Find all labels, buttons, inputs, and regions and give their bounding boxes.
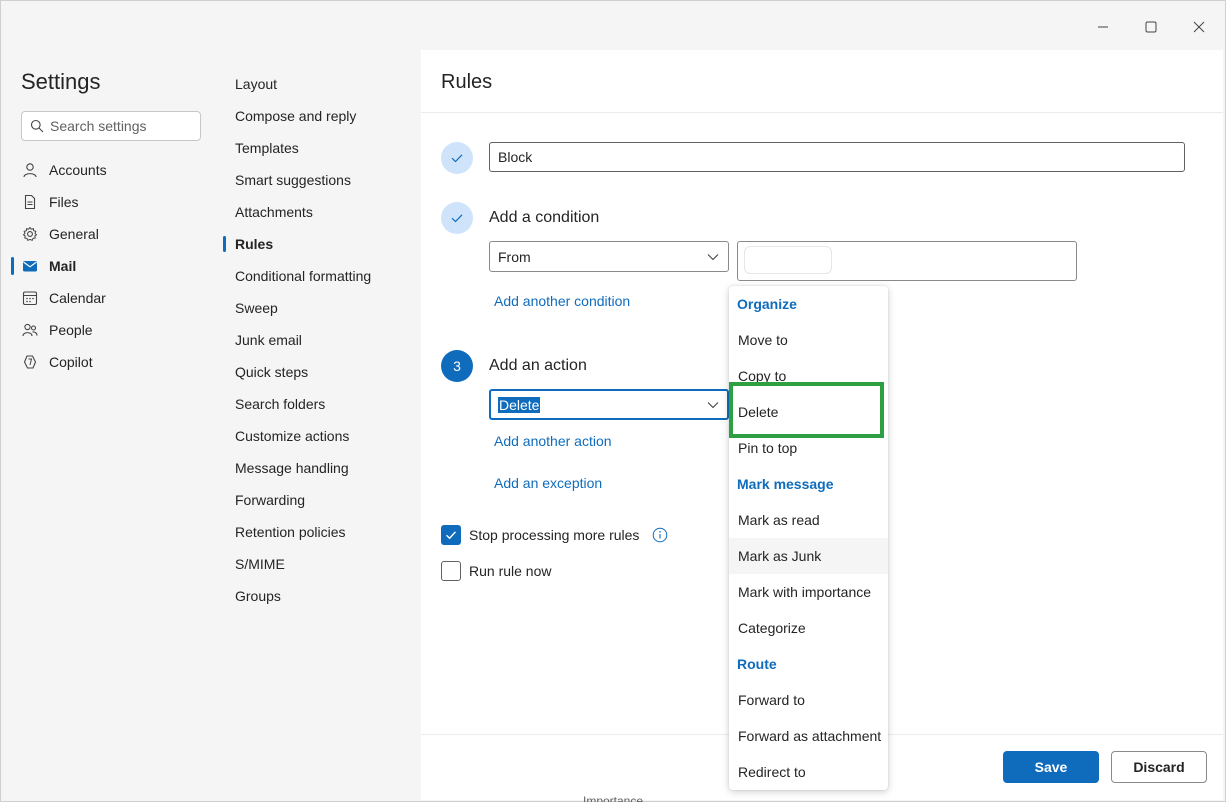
mail-settings-item-layout[interactable]: Layout bbox=[221, 68, 419, 100]
rule-name-input[interactable] bbox=[489, 142, 1185, 172]
title-divider bbox=[421, 112, 1223, 113]
calendar-icon bbox=[21, 289, 39, 307]
run-rule-now-label: Run rule now bbox=[469, 563, 552, 579]
minimize-icon[interactable] bbox=[1089, 13, 1117, 41]
page-title: Rules bbox=[441, 71, 493, 93]
dropdown-group-route: Route bbox=[737, 656, 777, 672]
dropdown-item-forward-to[interactable]: Forward to bbox=[729, 682, 888, 718]
mail-settings-item-sweep[interactable]: Sweep bbox=[221, 292, 419, 324]
mail-settings-item-message-handling[interactable]: Message handling bbox=[221, 452, 419, 484]
run-rule-now-checkbox[interactable] bbox=[441, 561, 461, 581]
discard-button[interactable]: Discard bbox=[1111, 751, 1207, 783]
copilot-icon bbox=[21, 353, 39, 371]
dropdown-item-pin-to-top[interactable]: Pin to top bbox=[729, 430, 888, 466]
file-icon bbox=[21, 193, 39, 211]
mail-settings-item-conditional-formatting[interactable]: Conditional formatting bbox=[221, 260, 419, 292]
nav-item-files[interactable]: Files bbox=[11, 186, 211, 218]
mail-settings-item-templates[interactable]: Templates bbox=[221, 132, 419, 164]
dropdown-group-mark-message: Mark message bbox=[737, 476, 834, 492]
mail-settings-item-groups[interactable]: Groups bbox=[221, 580, 419, 612]
recipient-chip[interactable] bbox=[744, 246, 832, 274]
action-select-value: Delete bbox=[498, 396, 541, 413]
settings-title: Settings bbox=[21, 69, 101, 94]
search-icon bbox=[30, 119, 44, 133]
settings-window: Settings Accounts Files General bbox=[0, 0, 1226, 802]
mail-settings-item-attachments[interactable]: Attachments bbox=[221, 196, 419, 228]
mail-settings-item-rules[interactable]: Rules bbox=[221, 228, 419, 260]
dropdown-item-categorize[interactable]: Categorize bbox=[729, 610, 888, 646]
settings-nav: Accounts Files General Mail Calendar Peo… bbox=[11, 154, 211, 378]
dropdown-item-copy-to[interactable]: Copy to bbox=[729, 358, 888, 394]
condition-select[interactable]: From bbox=[489, 241, 729, 272]
add-another-condition-link[interactable]: Add another condition bbox=[494, 293, 630, 309]
nav-item-label: Copilot bbox=[49, 354, 93, 370]
person-icon bbox=[21, 161, 39, 179]
nav-item-general[interactable]: General bbox=[11, 218, 211, 250]
condition-heading: Add a condition bbox=[489, 209, 600, 226]
step-3-number: 3 bbox=[441, 350, 473, 382]
stop-processing-label: Stop processing more rules bbox=[469, 527, 640, 543]
people-icon bbox=[21, 321, 39, 339]
dropdown-item-move-to[interactable]: Move to bbox=[729, 322, 888, 358]
chevron-down-icon bbox=[707, 254, 719, 261]
dropdown-item-mark-as-read[interactable]: Mark as read bbox=[729, 502, 888, 538]
from-address-input[interactable] bbox=[737, 241, 1077, 281]
search-input[interactable] bbox=[50, 118, 190, 134]
nav-item-label: Mail bbox=[49, 258, 77, 274]
mail-settings-list: Layout Compose and reply Templates Smart… bbox=[221, 68, 419, 612]
dropdown-item-redirect-to[interactable]: Redirect to bbox=[729, 754, 888, 790]
title-bar bbox=[1, 1, 1225, 49]
nav-item-label: Calendar bbox=[49, 290, 106, 306]
action-heading: Add an action bbox=[489, 357, 587, 374]
mail-settings-item-search-folders[interactable]: Search folders bbox=[221, 388, 419, 420]
nav-item-mail[interactable]: Mail bbox=[11, 250, 211, 282]
dropdown-item-forward-as-attachment[interactable]: Forward as attachment bbox=[729, 718, 888, 754]
nav-item-label: General bbox=[49, 226, 99, 242]
nav-item-people[interactable]: People bbox=[11, 314, 211, 346]
step-2-checkmark-icon bbox=[441, 202, 473, 234]
nav-item-label: Accounts bbox=[49, 162, 107, 178]
nav-item-label: People bbox=[49, 322, 93, 338]
mail-settings-item-customize-actions[interactable]: Customize actions bbox=[221, 420, 419, 452]
background-column-label: Importance bbox=[583, 794, 644, 802]
action-dropdown-menu: Organize Move to Copy to Delete Pin to t… bbox=[729, 286, 888, 790]
nav-item-copilot[interactable]: Copilot bbox=[11, 346, 211, 378]
action-select[interactable]: Delete bbox=[489, 389, 729, 420]
dropdown-item-mark-as-junk[interactable]: Mark as Junk bbox=[729, 538, 888, 574]
chevron-down-icon bbox=[707, 402, 719, 409]
info-icon[interactable] bbox=[652, 527, 668, 543]
save-button[interactable]: Save bbox=[1003, 751, 1099, 783]
dropdown-group-organize: Organize bbox=[737, 296, 797, 312]
condition-select-value: From bbox=[498, 248, 531, 265]
mail-settings-item-junk-email[interactable]: Junk email bbox=[221, 324, 419, 356]
mail-icon bbox=[21, 257, 39, 275]
mail-settings-item-retention-policies[interactable]: Retention policies bbox=[221, 516, 419, 548]
add-exception-link[interactable]: Add an exception bbox=[494, 475, 602, 491]
mail-settings-item-forwarding[interactable]: Forwarding bbox=[221, 484, 419, 516]
dropdown-item-mark-with-importance[interactable]: Mark with importance bbox=[729, 574, 888, 610]
gear-icon bbox=[21, 225, 39, 243]
mail-settings-item-smime[interactable]: S/MIME bbox=[221, 548, 419, 580]
search-box[interactable] bbox=[21, 111, 201, 141]
add-another-action-link[interactable]: Add another action bbox=[494, 433, 612, 449]
maximize-icon[interactable] bbox=[1137, 13, 1165, 41]
mail-settings-item-compose-and-reply[interactable]: Compose and reply bbox=[221, 100, 419, 132]
checkmark-icon bbox=[446, 531, 457, 540]
step-1-checkmark-icon bbox=[441, 142, 473, 174]
nav-item-calendar[interactable]: Calendar bbox=[11, 282, 211, 314]
stop-processing-checkbox[interactable] bbox=[441, 525, 461, 545]
mail-settings-item-quick-steps[interactable]: Quick steps bbox=[221, 356, 419, 388]
close-icon[interactable] bbox=[1185, 13, 1213, 41]
nav-item-label: Files bbox=[49, 194, 79, 210]
dropdown-item-delete[interactable]: Delete bbox=[729, 394, 888, 430]
nav-item-accounts[interactable]: Accounts bbox=[11, 154, 211, 186]
mail-settings-item-smart-suggestions[interactable]: Smart suggestions bbox=[221, 164, 419, 196]
